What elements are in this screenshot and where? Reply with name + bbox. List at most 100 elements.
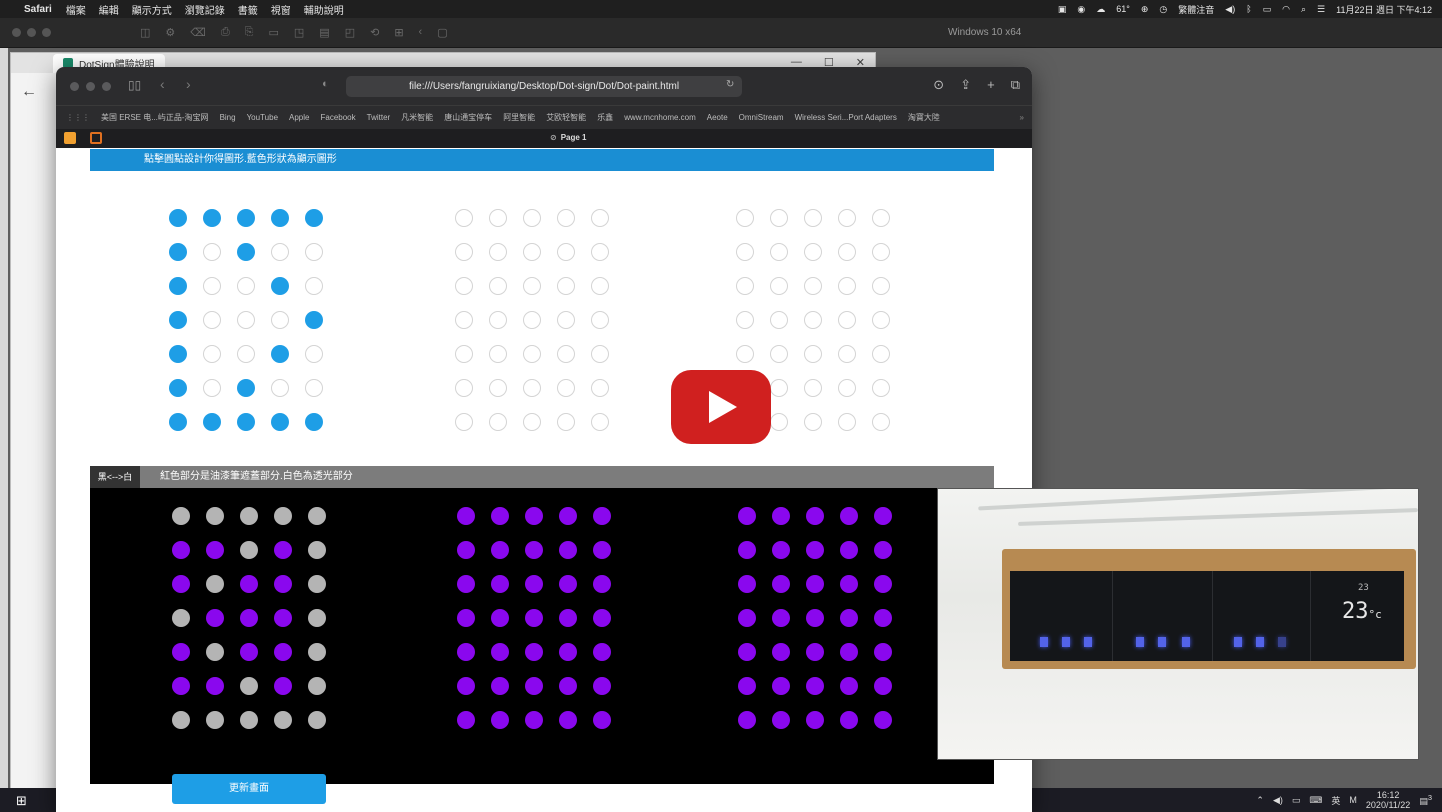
mask-dot[interactable]	[206, 643, 224, 661]
extension-icon[interactable]	[90, 132, 102, 144]
mask-dot[interactable]	[593, 507, 611, 525]
design-dot[interactable]	[455, 277, 473, 295]
design-dot[interactable]	[169, 243, 187, 261]
mask-dot[interactable]	[457, 507, 475, 525]
design-dot[interactable]	[523, 379, 541, 397]
mask-dot[interactable]	[806, 677, 824, 695]
mask-dot[interactable]	[491, 677, 509, 695]
volume-icon[interactable]: ◀)	[1225, 4, 1235, 15]
design-dot[interactable]	[557, 243, 575, 261]
mask-dot[interactable]	[206, 507, 224, 525]
mask-dot[interactable]	[772, 677, 790, 695]
design-dot[interactable]	[305, 209, 323, 227]
design-dot[interactable]	[770, 379, 788, 397]
design-dot[interactable]	[591, 311, 609, 329]
vm-tool-icon[interactable]: ◰	[345, 26, 355, 39]
design-dot[interactable]	[489, 379, 507, 397]
edge-back-icon[interactable]: ←	[21, 83, 37, 101]
bookmark-item[interactable]: OmniStream	[739, 113, 784, 122]
mask-dot[interactable]	[593, 609, 611, 627]
bookmark-item[interactable]: Wireless Seri...Port Adapters	[795, 113, 897, 122]
mask-dot[interactable]	[308, 643, 326, 661]
bluetooth-icon[interactable]: ᛒ	[1246, 4, 1251, 14]
tray-network-icon[interactable]: ▭	[1292, 795, 1301, 806]
mask-dot[interactable]	[559, 541, 577, 559]
design-dot[interactable]	[271, 379, 289, 397]
design-dot[interactable]	[489, 345, 507, 363]
design-dot[interactable]	[872, 277, 890, 295]
mask-dot[interactable]	[593, 575, 611, 593]
design-dot[interactable]	[838, 311, 856, 329]
mask-dot[interactable]	[874, 711, 892, 729]
design-dot[interactable]	[557, 209, 575, 227]
design-dot[interactable]	[455, 243, 473, 261]
design-dot[interactable]	[770, 311, 788, 329]
design-dot[interactable]	[557, 277, 575, 295]
design-dot[interactable]	[305, 413, 323, 431]
notification-icon[interactable]: ▤3	[1419, 793, 1432, 807]
bookmark-item[interactable]: www.mcnhome.com	[624, 113, 696, 122]
weather-icon[interactable]: ☁	[1096, 4, 1105, 15]
design-dot[interactable]	[237, 311, 255, 329]
vm-tool-icon[interactable]: ⎘	[245, 26, 254, 39]
mask-dot[interactable]	[806, 711, 824, 729]
mask-dot[interactable]	[240, 677, 258, 695]
battery-icon[interactable]: ▭	[1263, 4, 1272, 15]
forward-icon[interactable]: ›	[186, 76, 191, 92]
design-dot[interactable]	[770, 413, 788, 431]
design-dot[interactable]	[271, 277, 289, 295]
extension-icon[interactable]	[64, 132, 76, 144]
tray-language[interactable]: 英	[1331, 794, 1340, 807]
mask-dot[interactable]	[491, 575, 509, 593]
design-dot[interactable]	[804, 209, 822, 227]
taskbar-clock[interactable]: 16:12 2020/11/22	[1366, 790, 1410, 810]
design-dot[interactable]	[271, 345, 289, 363]
design-dot[interactable]	[523, 413, 541, 431]
mask-dot[interactable]	[206, 575, 224, 593]
design-dot[interactable]	[169, 209, 187, 227]
mask-dot[interactable]	[172, 575, 190, 593]
screen-record-icon[interactable]: ▣	[1058, 4, 1067, 15]
mask-dot[interactable]	[559, 507, 577, 525]
design-dot[interactable]	[557, 311, 575, 329]
design-dot[interactable]	[203, 243, 221, 261]
tab-overview-icon[interactable]: ⧉	[1011, 77, 1020, 93]
menu-window[interactable]: 視窗	[271, 2, 291, 17]
bookmark-item[interactable]: 阿里智能	[503, 112, 535, 123]
mask-dot[interactable]	[738, 677, 756, 695]
design-dot[interactable]	[169, 379, 187, 397]
vm-tool-icon[interactable]: ⎙	[221, 26, 230, 39]
windows-start-icon[interactable]: ⊞	[16, 793, 27, 809]
design-dot[interactable]	[489, 243, 507, 261]
vm-tool-icon[interactable]: ⌫	[190, 26, 206, 39]
vm-tool-icon[interactable]: ◫	[140, 26, 150, 39]
mask-dot[interactable]	[738, 541, 756, 559]
mask-dot[interactable]	[308, 609, 326, 627]
design-dot[interactable]	[455, 413, 473, 431]
reload-icon[interactable]: ↻	[726, 79, 734, 90]
time-machine-icon[interactable]: ◷	[1159, 4, 1167, 15]
design-dot[interactable]	[872, 379, 890, 397]
bookmark-item[interactable]: Facebook	[320, 113, 355, 122]
bookmark-item[interactable]: 美国 ERSE 电...屿正品-淘宝网	[101, 112, 209, 123]
bookmark-item[interactable]: 艾欧轻智能	[546, 112, 586, 123]
mask-dot[interactable]	[491, 711, 509, 729]
mask-dot[interactable]	[593, 643, 611, 661]
design-dot[interactable]	[838, 209, 856, 227]
mask-dot[interactable]	[806, 643, 824, 661]
mask-dot[interactable]	[738, 507, 756, 525]
design-dot[interactable]	[489, 277, 507, 295]
design-dot[interactable]	[523, 209, 541, 227]
design-dot[interactable]	[591, 379, 609, 397]
favorites-grid-icon[interactable]: ⋮⋮⋮	[66, 113, 90, 122]
mask-dot[interactable]	[491, 643, 509, 661]
vm-window-icon[interactable]: ▢	[437, 26, 447, 39]
tab-page-1[interactable]: ⊘ Page 1	[550, 133, 587, 142]
vm-traffic-lights[interactable]	[12, 28, 51, 37]
bookmark-item[interactable]: 淘寶大陸	[908, 112, 940, 123]
mask-dot[interactable]	[840, 643, 858, 661]
mask-dot[interactable]	[274, 575, 292, 593]
mask-dot[interactable]	[172, 677, 190, 695]
design-dot[interactable]	[203, 379, 221, 397]
mask-dot[interactable]	[491, 609, 509, 627]
